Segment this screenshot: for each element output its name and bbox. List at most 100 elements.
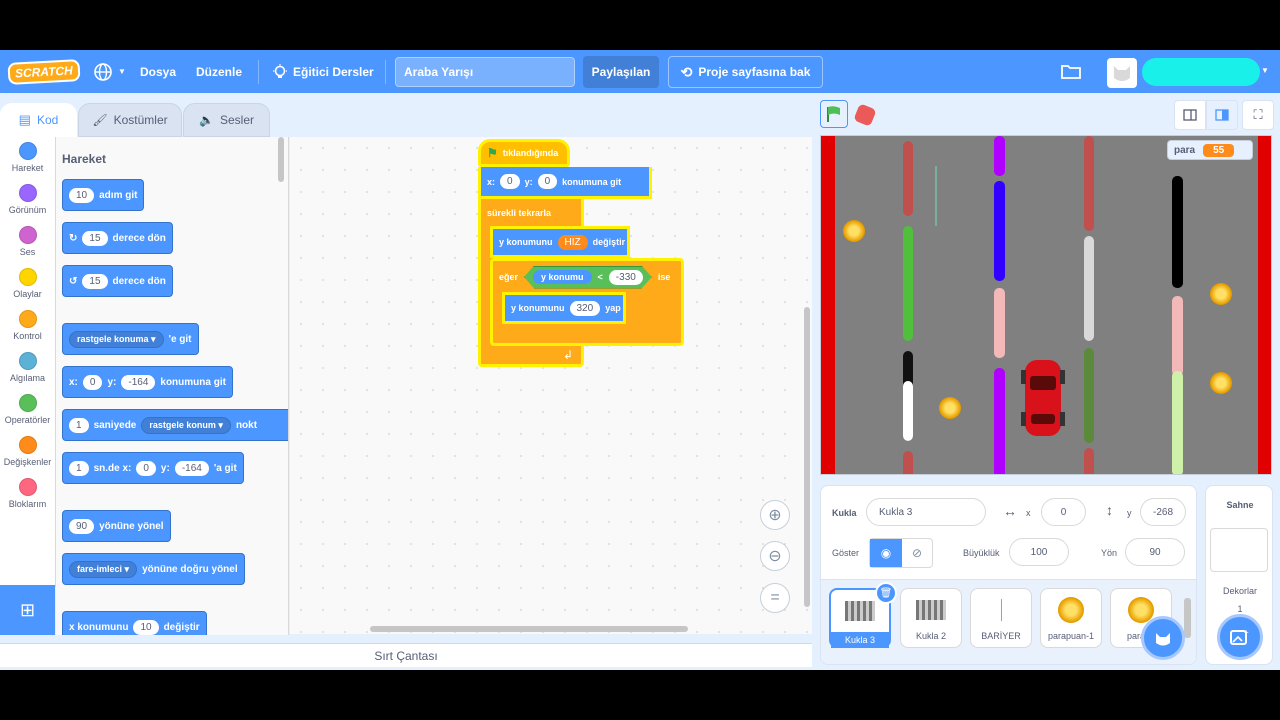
file-menu[interactable]: Dosya: [140, 50, 176, 93]
y-input[interactable]: -164: [174, 460, 209, 476]
category-sound[interactable]: Ses: [0, 226, 55, 257]
sprite-name: BARİYER: [981, 631, 1021, 641]
sprite-thumb-parapuan-1[interactable]: parapuan-1: [1040, 588, 1102, 648]
tab-sounds[interactable]: 🔈 Sesler: [183, 103, 270, 137]
y-input[interactable]: -164: [121, 374, 156, 390]
category-events[interactable]: Olaylar: [0, 268, 55, 299]
project-page-button[interactable]: ⟲ Proje sayfasına bak: [668, 56, 823, 88]
block-when-flag-clicked[interactable]: ⚑ tıklandığında: [478, 139, 570, 167]
block-point-direction[interactable]: 90 yönüne yönel: [62, 510, 171, 542]
language-menu[interactable]: ▼: [93, 50, 126, 93]
scratch-logo[interactable]: SCRATCH: [7, 50, 81, 93]
y-value-input[interactable]: 320: [569, 300, 601, 316]
edit-menu[interactable]: Düzenle: [196, 50, 242, 93]
category-operators[interactable]: Operatörler: [0, 394, 55, 425]
delete-sprite-button[interactable]: 🗑: [875, 582, 897, 604]
backpack[interactable]: Sırt Çantası: [0, 643, 812, 667]
block-goto-xy[interactable]: x: 0 y: 0 konumuna git: [478, 167, 652, 199]
workspace-vertical-scrollbar[interactable]: [804, 307, 810, 607]
block-glide-xy[interactable]: 1 sn.de x: 0 y: -164 'a git: [62, 452, 244, 484]
green-flag-button[interactable]: [820, 100, 848, 128]
block-move-steps[interactable]: 10 adım git: [62, 179, 145, 211]
tab-costumes[interactable]: 🖌 Kostümler: [78, 103, 182, 137]
chevron-down-icon[interactable]: ▼: [1261, 66, 1269, 75]
sprite-list-scrollbar[interactable]: [1184, 598, 1191, 638]
share-button[interactable]: Paylaşılan: [583, 56, 659, 88]
block-point-towards[interactable]: fare-imleci ▾ yönüne doğru yönel: [62, 553, 245, 585]
hide-sprite-button[interactable]: ⊘: [902, 539, 932, 567]
normal-stage-button[interactable]: [1206, 100, 1238, 130]
coin-sprite[interactable]: [1210, 283, 1232, 305]
steps-input[interactable]: 10: [69, 187, 95, 203]
y-position-reporter[interactable]: y konumu: [533, 270, 592, 284]
stage-canvas[interactable]: para 55: [820, 135, 1272, 475]
direction-input[interactable]: 90: [1125, 538, 1185, 566]
palette-scrollbar[interactable]: [278, 137, 284, 182]
small-stage-button[interactable]: [1174, 100, 1206, 130]
block-less-than[interactable]: y konumu < -330: [524, 265, 652, 289]
seconds-input[interactable]: 1: [69, 460, 89, 476]
y-input[interactable]: -268: [1140, 498, 1186, 526]
block-turn-right[interactable]: ↻ 15 derece dön: [62, 222, 173, 254]
workspace-horizontal-scrollbar[interactable]: [370, 626, 688, 632]
zoom-reset-button[interactable]: =: [760, 583, 790, 613]
degrees-input[interactable]: 15: [82, 230, 108, 246]
sprite-thumb-bariyer[interactable]: BARİYER: [970, 588, 1032, 648]
coin-sprite[interactable]: [939, 397, 961, 419]
category-myblocks[interactable]: Bloklarım: [0, 478, 55, 509]
block-change-y[interactable]: y konumunu HIZ değiştir: [490, 226, 630, 258]
towards-dropdown[interactable]: fare-imleci ▾: [69, 560, 138, 578]
stage-target-pane[interactable]: Sahne Dekorlar 1 +: [1205, 485, 1273, 665]
zoom-out-button[interactable]: ⊖: [760, 541, 790, 571]
equals-icon: =: [770, 589, 780, 606]
stage-thumbnail[interactable]: [1210, 528, 1268, 572]
category-variables[interactable]: Değişkenler: [0, 436, 55, 467]
seconds-input[interactable]: 1: [69, 417, 89, 433]
x-input[interactable]: 0: [1041, 498, 1086, 526]
x-input[interactable]: 0: [82, 374, 103, 390]
zoom-in-button[interactable]: ⊕: [760, 500, 790, 530]
variable-monitor-para[interactable]: para 55: [1167, 140, 1253, 160]
red-car-sprite[interactable]: [1021, 358, 1065, 438]
username-redacted[interactable]: [1142, 58, 1260, 86]
coin-sprite[interactable]: [1210, 372, 1232, 394]
sprite-thumb-kukla2[interactable]: Kukla 2: [900, 588, 962, 648]
target-dropdown[interactable]: rastgele konuma ▾: [69, 330, 164, 348]
sprite-thumb-kukla3[interactable]: Kukla 3 🗑: [829, 582, 897, 648]
avatar[interactable]: [1107, 58, 1137, 88]
block-goto-xy[interactable]: x: 0 y: -164 konumuna git: [62, 366, 233, 398]
degrees-input[interactable]: 15: [82, 273, 108, 289]
hiz-variable-reporter[interactable]: HIZ: [557, 234, 588, 250]
tutorials-button[interactable]: Eğitici Dersler: [272, 50, 374, 93]
block-set-y[interactable]: y konumunu 320 yap: [502, 292, 626, 324]
sprite-name-input[interactable]: Kukla 3: [866, 498, 986, 526]
folder-icon[interactable]: [1060, 62, 1082, 83]
x-input[interactable]: 0: [500, 174, 520, 189]
target-dropdown[interactable]: rastgele konum ▾: [141, 416, 231, 434]
size-input[interactable]: 100: [1009, 538, 1069, 566]
tab-code[interactable]: ▤ Kod: [0, 103, 77, 137]
block-change-x[interactable]: x konumunu 10 değiştir: [62, 611, 207, 635]
coin-sprite[interactable]: [843, 220, 865, 242]
category-sensing[interactable]: Algılama: [0, 352, 55, 383]
sprite-list: Kukla 3 🗑 Kukla 2 BARİYER parapuan-1 par…: [821, 579, 1196, 664]
project-title-input[interactable]: Araba Yarışı: [395, 57, 575, 87]
block-turn-left[interactable]: ↺ 15 derece dön: [62, 265, 173, 297]
category-looks[interactable]: Görünüm: [0, 184, 55, 215]
direction-input[interactable]: 90: [69, 518, 95, 534]
category-motion[interactable]: Hareket: [0, 142, 55, 173]
tab-sounds-label: Sesler: [219, 113, 254, 127]
choose-sprite-button[interactable]: [1141, 616, 1185, 660]
x-change-input[interactable]: 10: [133, 619, 159, 635]
category-control[interactable]: Kontrol: [0, 310, 55, 341]
y-input[interactable]: 0: [537, 174, 558, 189]
fullscreen-button[interactable]: ⛶: [1242, 100, 1274, 130]
show-sprite-button[interactable]: ◉: [870, 539, 902, 567]
script-workspace[interactable]: ⚑ tıklandığında x: 0 y: 0 konumuna git sürekl…: [290, 137, 812, 634]
block-glide-target[interactable]: 1 saniyede rastgele konum ▾ nokt: [62, 409, 288, 441]
extension-button[interactable]: ⊞: [0, 585, 55, 635]
x-input[interactable]: 0: [136, 460, 156, 476]
compare-input[interactable]: -330: [608, 269, 643, 285]
choose-backdrop-button[interactable]: +: [1217, 614, 1263, 660]
block-goto-target[interactable]: rastgele konuma ▾ 'e git: [62, 323, 199, 355]
